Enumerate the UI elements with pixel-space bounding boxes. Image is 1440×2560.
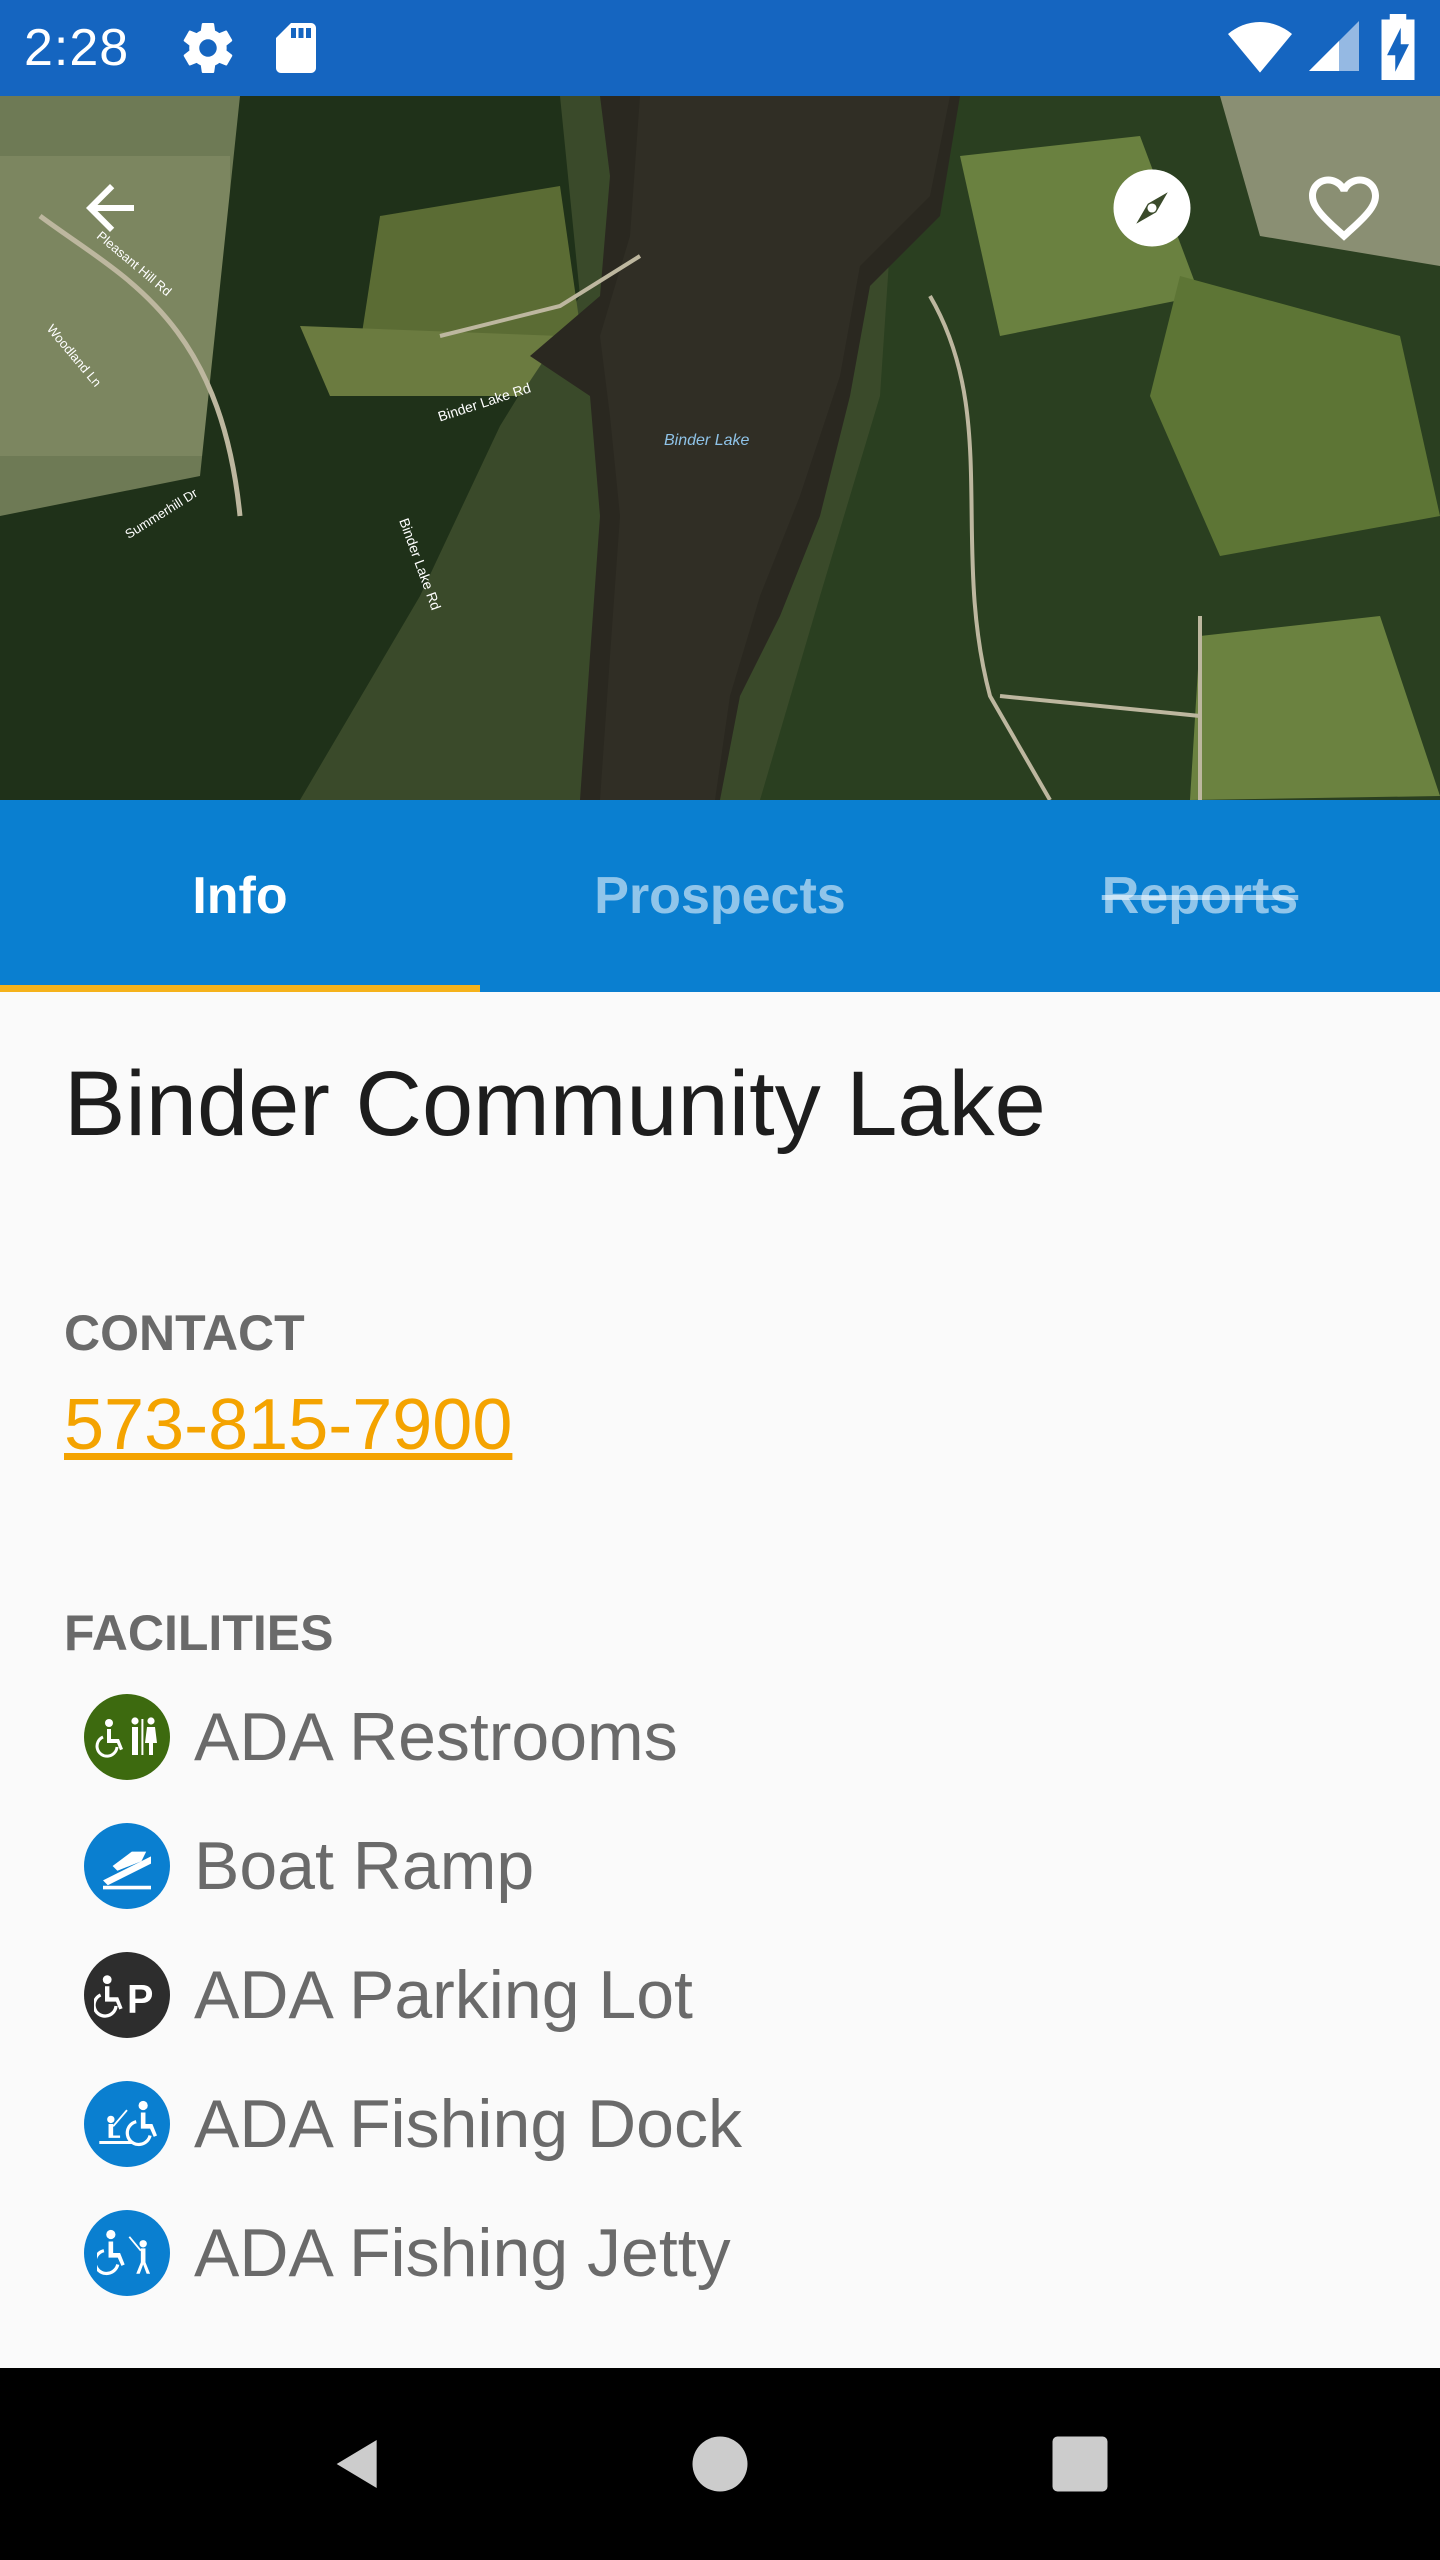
compass-button[interactable] xyxy=(1104,160,1200,256)
tab-prospects[interactable]: Prospects xyxy=(480,800,960,992)
tab-info[interactable]: Info xyxy=(0,800,480,992)
list-item: ADA Fishing Dock xyxy=(84,2079,742,2169)
list-item: ADA Fishing Jetty xyxy=(84,2208,731,2298)
facility-label: ADA Restrooms xyxy=(194,1699,678,1775)
facility-label: ADA Parking Lot xyxy=(194,1957,693,2033)
circle-home-icon xyxy=(692,2436,748,2492)
page-title: Binder Community Lake xyxy=(64,1053,1046,1155)
list-item: Boat Ramp xyxy=(84,1821,534,1911)
back-arrow-icon xyxy=(86,184,134,232)
svg-text:P: P xyxy=(127,1978,153,2020)
settings-icon xyxy=(178,18,238,83)
heart-icon xyxy=(1309,176,1379,241)
tab-reports[interactable]: Reports xyxy=(960,800,1440,992)
wifi-icon xyxy=(1228,16,1292,81)
signal-icon xyxy=(1304,16,1364,81)
nav-back-button[interactable] xyxy=(310,2416,406,2512)
map-label-lake: Binder Lake xyxy=(664,432,750,449)
facility-label: ADA Fishing Dock xyxy=(194,2086,742,2162)
triangle-back-icon xyxy=(336,2440,377,2488)
tab-bar: Info Prospects Reports xyxy=(0,800,1440,992)
status-bar: 2:28 xyxy=(0,0,1440,96)
nav-home-button[interactable] xyxy=(672,2416,768,2512)
facility-label: Boat Ramp xyxy=(194,1828,535,1904)
favorite-button[interactable] xyxy=(1296,160,1392,256)
compass-icon xyxy=(1113,169,1191,247)
square-recents-icon xyxy=(1052,2436,1108,2492)
boat-ramp-icon xyxy=(84,1823,170,1909)
contact-label: CONTACT xyxy=(64,1305,305,1361)
back-button[interactable] xyxy=(62,160,158,256)
ada-parking-icon: P xyxy=(84,1952,170,2038)
phone-link[interactable]: 573-815-7900 xyxy=(64,1384,512,1466)
ada-fishing-jetty-icon xyxy=(84,2210,170,2296)
sd-card-icon xyxy=(266,18,326,83)
list-item: ADA Restrooms xyxy=(84,1692,678,1782)
battery-charging-icon xyxy=(1378,14,1418,85)
ada-fishing-dock-icon xyxy=(84,2081,170,2167)
map-satellite-image[interactable]: Binder Lake Binder Lake Rd Binder Lake R… xyxy=(0,96,1440,800)
status-time: 2:28 xyxy=(24,19,130,77)
facilities-label: FACILITIES xyxy=(64,1605,334,1661)
nav-recents-button[interactable] xyxy=(1032,2416,1128,2512)
list-item: P ADA Parking Lot xyxy=(84,1950,693,2040)
ada-restroom-icon xyxy=(84,1694,170,1780)
system-nav-bar xyxy=(0,2368,1440,2560)
facility-label: ADA Fishing Jetty xyxy=(194,2215,731,2291)
info-content: Binder Community Lake CONTACT 573-815-79… xyxy=(0,992,1440,2368)
